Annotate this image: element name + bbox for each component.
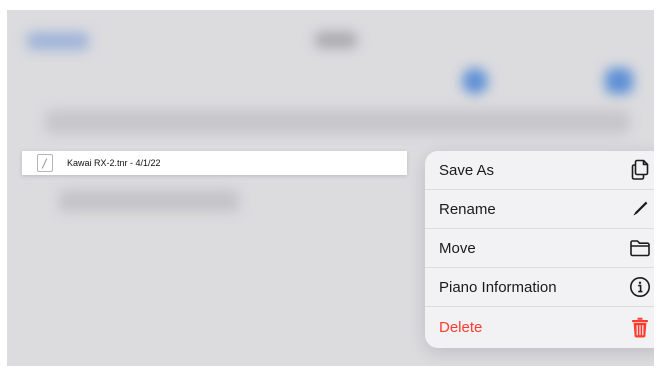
menu-item-label: Move	[439, 239, 476, 257]
search-bar-blurred	[45, 110, 630, 134]
toolbar-button-blurred	[605, 68, 633, 94]
copy-icon	[629, 159, 651, 181]
menu-item-label: Save As	[439, 161, 495, 179]
menu-item-piano-information[interactable]: Piano Information	[425, 268, 654, 307]
menu-item-delete[interactable]: Delete	[425, 307, 654, 347]
menu-item-move[interactable]: Move	[425, 229, 654, 268]
file-name: Kawai RX-2.tnr - 4/1/22	[67, 158, 161, 168]
menu-item-label: Piano Information	[439, 278, 557, 296]
menu-item-label: Rename	[439, 200, 496, 218]
pencil-icon	[629, 198, 651, 220]
menu-item-rename[interactable]: Rename	[425, 190, 654, 229]
folder-icon	[629, 237, 651, 259]
context-menu: Save As Rename Move Piano Information De…	[425, 151, 654, 348]
app-screen: Kawai RX-2.tnr - 4/1/22 Save As Rename M…	[7, 10, 654, 366]
selected-file-row[interactable]: Kawai RX-2.tnr - 4/1/22	[22, 151, 407, 175]
trash-icon	[629, 316, 651, 338]
document-icon	[37, 154, 53, 172]
info-circle-icon	[629, 276, 651, 298]
toolbar-button-blurred	[462, 68, 488, 94]
back-button-blurred	[27, 32, 89, 50]
menu-item-label: Delete	[439, 318, 483, 336]
list-item-blurred	[59, 190, 239, 212]
menu-item-save-as[interactable]: Save As	[425, 151, 654, 190]
nav-title-blurred	[315, 32, 357, 48]
